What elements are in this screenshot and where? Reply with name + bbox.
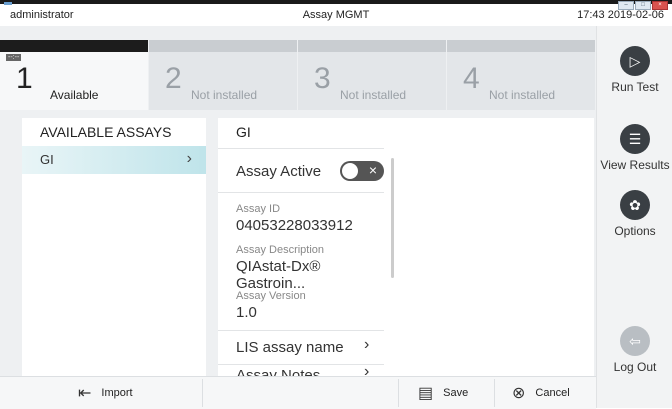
slot-3[interactable]: 3 Not installed [298,40,446,110]
chevron-right-icon: › [186,150,192,167]
assay-list-item[interactable]: GI › [22,146,206,174]
cancel-icon: ⊗ [512,385,526,402]
module-slots: --:-- 1 Available 2 Not installed 3 Not … [0,26,596,110]
assay-active-toggle[interactable]: × [340,161,384,181]
cancel-label: Cancel [535,387,570,399]
title-bar: administrator Assay MGMT 17:43 2019-02-0… [0,0,672,26]
assay-active-label: Assay Active [236,163,322,180]
assay-name: GI [40,152,54,167]
log-out-label: Log Out [613,360,657,374]
slot-timer: --:-- [6,54,22,61]
log-out-button[interactable]: ⇦ Log Out [597,326,672,374]
minimize-icon[interactable]: – [618,1,634,10]
assay-active-row: Assay Active × [218,148,384,193]
view-results-button[interactable]: ☰ View Results [597,124,672,172]
main-content: AVAILABLE ASSAYS GI › GI Assay Active × … [0,110,596,377]
slot-label: Not installed [489,88,556,102]
available-assays-panel: AVAILABLE ASSAYS GI › [22,118,206,376]
assay-id-value: 04053228033912 [236,217,353,234]
slot-number: 2 [165,62,182,95]
chevron-right-icon: › [364,336,370,353]
slot-label: Available [50,88,99,102]
assay-id-label: Assay ID [236,203,281,215]
logout-icon: ⇦ [620,326,650,356]
slot-status-bar [298,40,446,52]
cancel-button[interactable]: ⊗ Cancel [512,383,570,403]
window-controls: – □ × [618,1,668,10]
datetime: 17:43 2019-02-06 [577,9,664,21]
slot-label: Not installed [340,88,407,102]
toggle-knob [342,163,358,179]
close-icon[interactable]: × [652,1,668,10]
assay-description-row: Assay Description QIAstat-Dx® Gastroin..… [218,238,384,292]
save-label: Save [443,387,469,399]
empty-panel [398,118,594,376]
slot-status-bar [447,40,595,52]
assay-version-label: Assay Version [236,290,306,302]
import-label: Import [101,387,133,399]
assay-description-label: Assay Description [236,244,325,256]
lis-assay-name-row[interactable]: LIS assay name › [218,330,384,365]
options-label: Options [614,224,656,238]
play-icon: ▷ [620,46,650,76]
slot-2[interactable]: 2 Not installed [149,40,297,110]
maximize-icon[interactable]: □ [635,1,651,10]
slot-number: 4 [463,62,480,95]
footer-bar: ⇤ Import ▤ Save ⊗ Cancel [0,376,596,409]
divider [398,379,399,407]
sidebar: ▷ Run Test ☰ View Results ✿ Options ⇦ Lo… [596,26,672,408]
assay-detail-panel: GI Assay Active × Assay ID 0405322803391… [218,118,399,377]
list-icon: ☰ [620,124,650,154]
assay-version-row: Assay Version 1.0 [218,284,384,330]
slot-number: 1 [16,62,33,95]
detail-title: GI [236,124,251,140]
slot-status-bar [0,40,148,52]
run-test-button[interactable]: ▷ Run Test [597,46,672,94]
save-button[interactable]: ▤ Save [418,383,468,403]
window-title: Assay MGMT [302,9,370,21]
close-icon: × [368,162,377,178]
slot-label: Not installed [191,88,258,102]
view-results-label: View Results [600,158,670,172]
assay-id-row: Assay ID 04053228033912 [218,192,384,239]
lis-assay-name-label: LIS assay name [236,339,344,356]
slot-status-bar [149,40,297,52]
assay-version-value: 1.0 [236,304,257,321]
options-button[interactable]: ✿ Options [597,190,672,238]
import-icon: ⇤ [78,385,92,402]
gear-icon: ✿ [620,190,650,220]
divider [494,379,495,407]
window-menu-icon[interactable] [4,2,12,5]
import-button[interactable]: ⇤ Import [78,383,133,403]
slot-1[interactable]: --:-- 1 Available [0,40,148,110]
save-icon: ▤ [418,385,434,402]
divider [202,379,203,407]
scrollbar[interactable] [391,158,394,278]
panel-title: AVAILABLE ASSAYS [40,124,172,140]
slot-number: 3 [314,62,331,95]
slot-4[interactable]: 4 Not installed [447,40,595,110]
run-test-label: Run Test [611,80,659,94]
